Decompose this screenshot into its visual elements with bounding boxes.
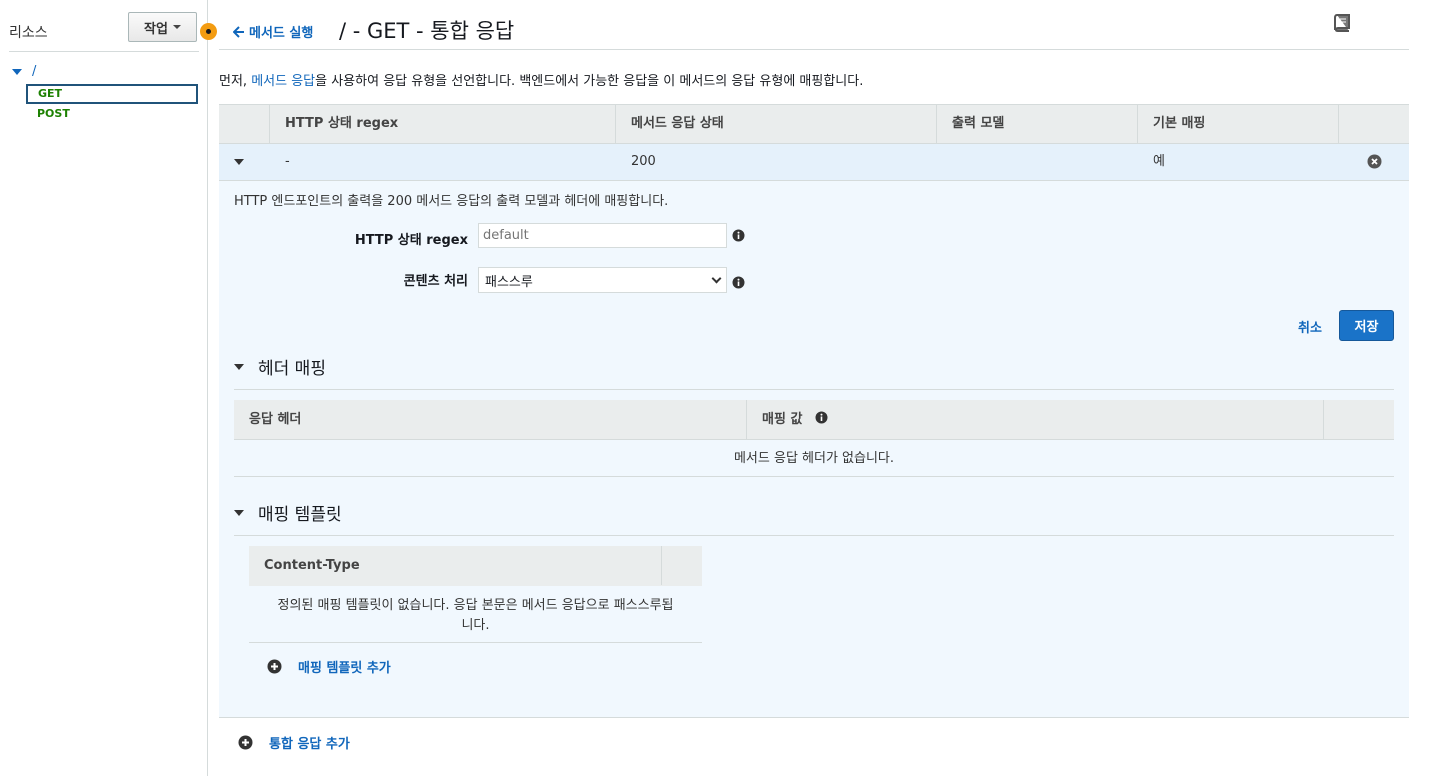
save-button[interactable]: 저장 xyxy=(1339,310,1394,341)
root-path-label: / xyxy=(32,64,37,79)
col-method-response-status: 메서드 응답 상태 xyxy=(615,105,936,143)
regex-label: HTTP 상태 regex xyxy=(354,233,468,248)
header-mapping-title: 헤더 매핑 xyxy=(258,359,326,379)
tree-method-get[interactable]: GET xyxy=(26,84,198,104)
back-link-label: 메서드 실행 xyxy=(249,26,314,41)
add-mapping-template-label: 매핑 템플릿 추가 xyxy=(298,661,391,676)
back-to-method-execution-link[interactable]: 메서드 실행 xyxy=(233,22,313,41)
intro-suffix: 을 사용하여 응답 유형을 선언합니다. 백엔드에서 가능한 응답을 이 메서드… xyxy=(315,74,864,89)
row-default: 예 xyxy=(1153,154,1165,169)
sidebar-divider xyxy=(9,51,199,52)
tree-root-resource[interactable]: / xyxy=(12,64,36,79)
row-status: 200 xyxy=(631,154,656,169)
templates-table-header: Content-Type xyxy=(249,546,702,586)
plus-circle-icon xyxy=(238,735,253,750)
templates-empty-message: 정의된 매핑 템플릿이 없습니다. 응답 본문은 메서드 응답으로 패스스루됩 … xyxy=(249,586,702,643)
col-template-actions xyxy=(661,546,702,585)
delete-circle-icon[interactable] xyxy=(1367,154,1382,169)
add-integration-response-button[interactable]: 통합 응답 추가 xyxy=(238,733,350,752)
intro-text: 먼저, 메서드 응답을 사용하여 응답 유형을 선언합니다. 백엔드에서 가능한… xyxy=(219,70,863,89)
http-status-regex-input[interactable] xyxy=(478,223,727,248)
collapse-caret-icon xyxy=(234,363,244,370)
actions-dropdown-button[interactable]: 작업 xyxy=(128,12,197,42)
sidebar-resize-handle-icon[interactable] xyxy=(200,23,217,40)
row-regex: - xyxy=(285,154,290,169)
col-response-header: 응답 헤더 xyxy=(249,412,302,427)
col-header-actions xyxy=(1323,400,1394,439)
mapping-templates-title: 매핑 템플릿 xyxy=(258,505,342,525)
add-integration-response-label: 통합 응답 추가 xyxy=(269,737,350,752)
info-icon[interactable] xyxy=(815,411,828,424)
col-mapping-value-label: 매핑 값 xyxy=(762,412,803,427)
book-icon[interactable] xyxy=(1332,13,1352,33)
chevron-down-icon xyxy=(711,273,722,283)
caret-down-icon xyxy=(172,25,181,29)
method-response-link[interactable]: 메서드 응답 xyxy=(251,74,315,89)
detail-description: HTTP 엔드포인트의 출력을 200 메서드 응답의 출력 모델과 헤더에 매… xyxy=(234,194,669,209)
intro-prefix: 먼저, xyxy=(219,74,252,89)
col-actions xyxy=(1338,105,1409,143)
templates-empty-line2: 니다. xyxy=(461,618,490,633)
resource-sidebar: 리소스 작업 / GET POST xyxy=(0,0,208,776)
expand-caret-icon[interactable] xyxy=(12,68,22,75)
info-icon[interactable] xyxy=(732,229,745,242)
responses-table-header: HTTP 상태 regex 메서드 응답 상태 출력 모델 기본 매핑 xyxy=(219,104,1409,144)
content-handling-label: 콘텐츠 처리 xyxy=(403,274,468,289)
arrow-left-icon xyxy=(233,25,244,38)
page-header: 메서드 실행 / - GET - 통합 응답 xyxy=(219,0,1409,50)
add-mapping-template-button[interactable]: 매핑 템플릿 추가 xyxy=(267,657,391,676)
col-content-type: Content-Type xyxy=(264,558,360,573)
col-output-model: 출력 모델 xyxy=(936,105,1137,143)
sidebar-title: 리소스 xyxy=(9,25,48,41)
header-mapping-table-header: 응답 헤더 매핑 값 xyxy=(234,400,1394,440)
plus-circle-icon xyxy=(267,659,282,674)
info-icon[interactable] xyxy=(732,276,745,289)
header-mapping-section-toggle[interactable]: 헤더 매핑 xyxy=(234,354,326,379)
mapping-templates-section-toggle[interactable]: 매핑 템플릿 xyxy=(234,500,342,525)
col-default-mapping: 기본 매핑 xyxy=(1137,105,1338,143)
collapse-caret-icon[interactable] xyxy=(234,159,244,165)
tree-method-post[interactable]: POST xyxy=(37,107,70,120)
content-handling-select[interactable]: 패스스루 xyxy=(478,267,727,293)
col-http-status-regex: HTTP 상태 regex xyxy=(269,105,615,143)
collapse-caret-icon xyxy=(234,509,244,516)
table-row[interactable]: - 200 예 xyxy=(219,144,1409,181)
templates-empty-line1: 정의된 매핑 템플릿이 없습니다. 응답 본문은 메서드 응답으로 패스스루됩 xyxy=(277,598,674,613)
section-divider xyxy=(234,389,1394,390)
page-title: / - GET - 통합 응답 xyxy=(339,19,515,43)
col-mapping-value: 매핑 값 xyxy=(746,400,1324,439)
integration-response-panel: HTTP 상태 regex 메서드 응답 상태 출력 모델 기본 매핑 - 20… xyxy=(219,104,1409,718)
section-divider xyxy=(234,535,1394,536)
content-handling-value: 패스스루 xyxy=(485,274,533,290)
header-mapping-empty-message: 메서드 응답 헤더가 없습니다. xyxy=(234,440,1394,477)
cancel-button[interactable]: 취소 xyxy=(1298,317,1322,336)
actions-label: 작업 xyxy=(144,21,168,37)
